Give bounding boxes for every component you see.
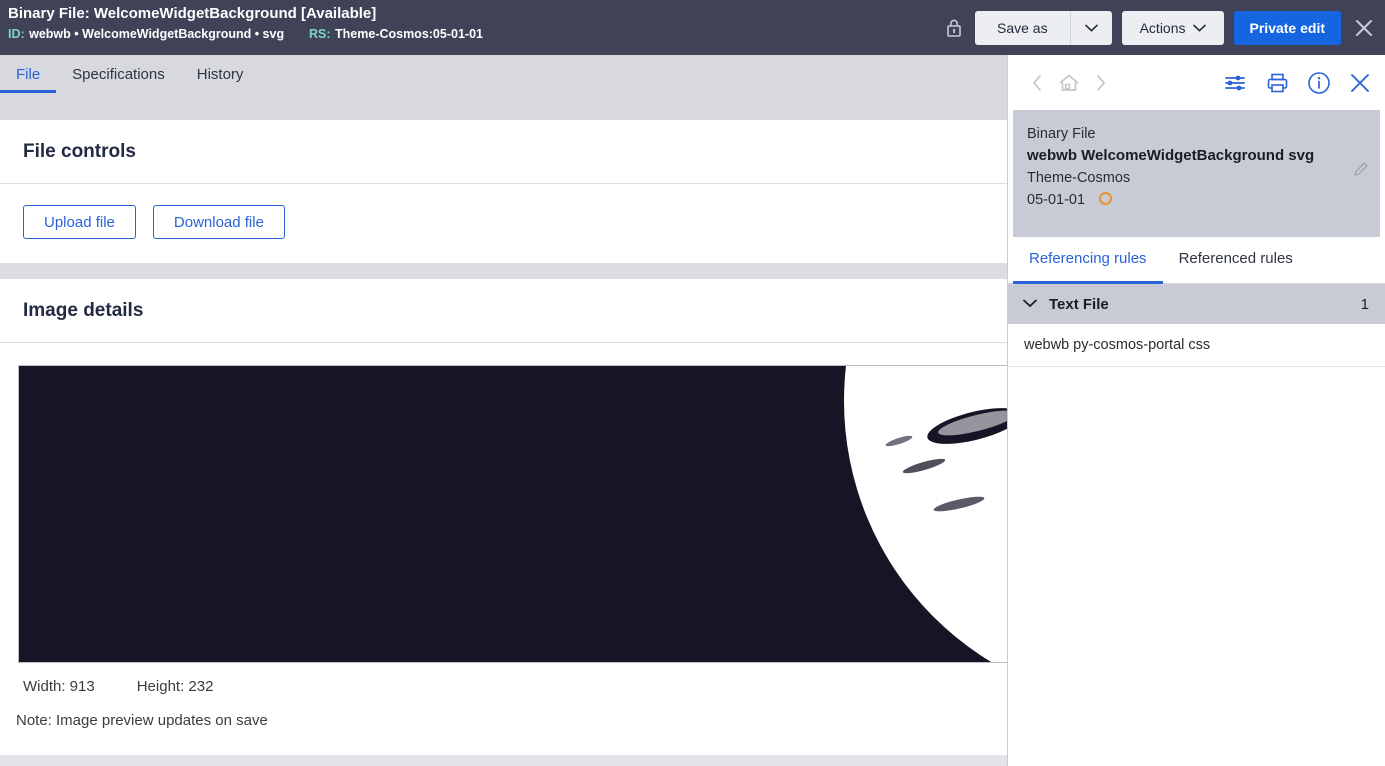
list-item[interactable]: webwb py-cosmos-portal css bbox=[1008, 324, 1385, 367]
info-circle-icon[interactable] bbox=[1307, 71, 1331, 95]
info-version-row: 05-01-01 bbox=[1027, 189, 1380, 211]
save-as-dropdown-button[interactable] bbox=[1069, 11, 1112, 45]
file-controls-heading: File controls bbox=[0, 120, 1007, 184]
panel-info-card: Binary File webwb WelcomeWidgetBackgroun… bbox=[1013, 110, 1380, 237]
info-ruleset: Theme-Cosmos bbox=[1027, 170, 1131, 186]
app-header: Binary File: WelcomeWidgetBackground [Av… bbox=[0, 0, 1385, 55]
tab-referenced-rules[interactable]: Referenced rules bbox=[1163, 237, 1309, 283]
tab-specifications[interactable]: Specifications bbox=[56, 55, 181, 93]
app-root: Binary File: WelcomeWidgetBackground [Av… bbox=[0, 0, 1385, 766]
tab-referencing-rules[interactable]: Referencing rules bbox=[1013, 237, 1163, 284]
space-artwork bbox=[19, 366, 1007, 662]
section-divider bbox=[0, 263, 1007, 279]
group-count: 1 bbox=[1360, 295, 1369, 313]
rs-label: RS: bbox=[309, 27, 331, 41]
side-panel: Binary File webwb WelcomeWidgetBackgroun… bbox=[1007, 55, 1385, 766]
home-icon[interactable] bbox=[1056, 71, 1082, 95]
actions-button[interactable]: Actions bbox=[1121, 11, 1224, 45]
actions-label: Actions bbox=[1139, 20, 1186, 36]
chevron-left-icon[interactable] bbox=[1030, 73, 1044, 93]
main-content: File controls Upload file Download file … bbox=[0, 120, 1007, 766]
panel-toolbar bbox=[1008, 55, 1385, 110]
panel-tools bbox=[1224, 71, 1371, 95]
image-details-heading: Image details bbox=[0, 279, 1007, 343]
lock-icon bbox=[943, 16, 965, 40]
image-height: Height: 232 bbox=[136, 678, 214, 695]
chevron-down-icon bbox=[1192, 24, 1206, 32]
info-version: 05-01-01 bbox=[1027, 192, 1086, 208]
tab-file[interactable]: File bbox=[0, 55, 57, 93]
rs-value: Theme-Cosmos:05-01-01 bbox=[335, 27, 483, 41]
header-subline: ID: webwb • WelcomeWidgetBackground • sv… bbox=[8, 25, 943, 43]
printer-icon[interactable] bbox=[1266, 72, 1289, 94]
image-dimensions: Width: 913 Height: 232 bbox=[0, 663, 1007, 695]
upload-file-button[interactable]: Upload file bbox=[23, 205, 136, 239]
download-file-button[interactable]: Download file bbox=[152, 205, 285, 239]
id-label: ID: bbox=[8, 27, 25, 41]
save-as-button[interactable]: Save as bbox=[975, 11, 1070, 45]
panel-tablist: Referencing rules Referenced rules bbox=[1008, 237, 1385, 284]
save-as-split-button: Save as bbox=[975, 11, 1112, 45]
pencil-icon[interactable] bbox=[1352, 160, 1370, 183]
rules-list: Text File 1 webwb py-cosmos-portal css bbox=[1008, 284, 1385, 367]
image-note: Note: Image preview updates on save bbox=[16, 712, 268, 729]
panel-close-icon[interactable] bbox=[1349, 72, 1371, 94]
page-title: Binary File: WelcomeWidgetBackground [Av… bbox=[8, 5, 377, 22]
info-name: webwb WelcomeWidgetBackground svg bbox=[1027, 147, 1315, 164]
image-details-card: Image details Width: 913 Height: 232 Not… bbox=[0, 279, 1007, 755]
tab-history[interactable]: History bbox=[181, 55, 260, 93]
chevron-right-icon[interactable] bbox=[1094, 73, 1108, 93]
close-icon[interactable] bbox=[1351, 13, 1377, 43]
image-preview bbox=[18, 365, 1007, 663]
panel-navigation bbox=[1030, 71, 1108, 95]
chevron-down-icon bbox=[1022, 295, 1038, 313]
group-header-text-file[interactable]: Text File 1 bbox=[1008, 284, 1385, 324]
id-value: webwb • WelcomeWidgetBackground • svg bbox=[29, 27, 285, 41]
header-titles: Binary File: WelcomeWidgetBackground [Av… bbox=[0, 0, 943, 43]
info-type: Binary File bbox=[1027, 126, 1096, 142]
private-edit-button[interactable]: Private edit bbox=[1233, 11, 1341, 45]
image-details-body: Width: 913 Height: 232 Note: Image previ… bbox=[0, 343, 1007, 755]
image-width: Width: 913 bbox=[23, 678, 95, 695]
status-badge bbox=[1099, 192, 1113, 205]
chevron-down-icon bbox=[1084, 24, 1098, 32]
header-actions: Save as Actions Private edit bbox=[943, 0, 1385, 48]
file-controls-buttons: Upload file Download file bbox=[23, 205, 984, 239]
file-controls-body: Upload file Download file bbox=[0, 184, 1007, 263]
file-controls-card: File controls Upload file Download file bbox=[0, 120, 1007, 263]
sliders-icon[interactable] bbox=[1224, 72, 1248, 94]
group-title: Text File bbox=[1049, 295, 1109, 313]
